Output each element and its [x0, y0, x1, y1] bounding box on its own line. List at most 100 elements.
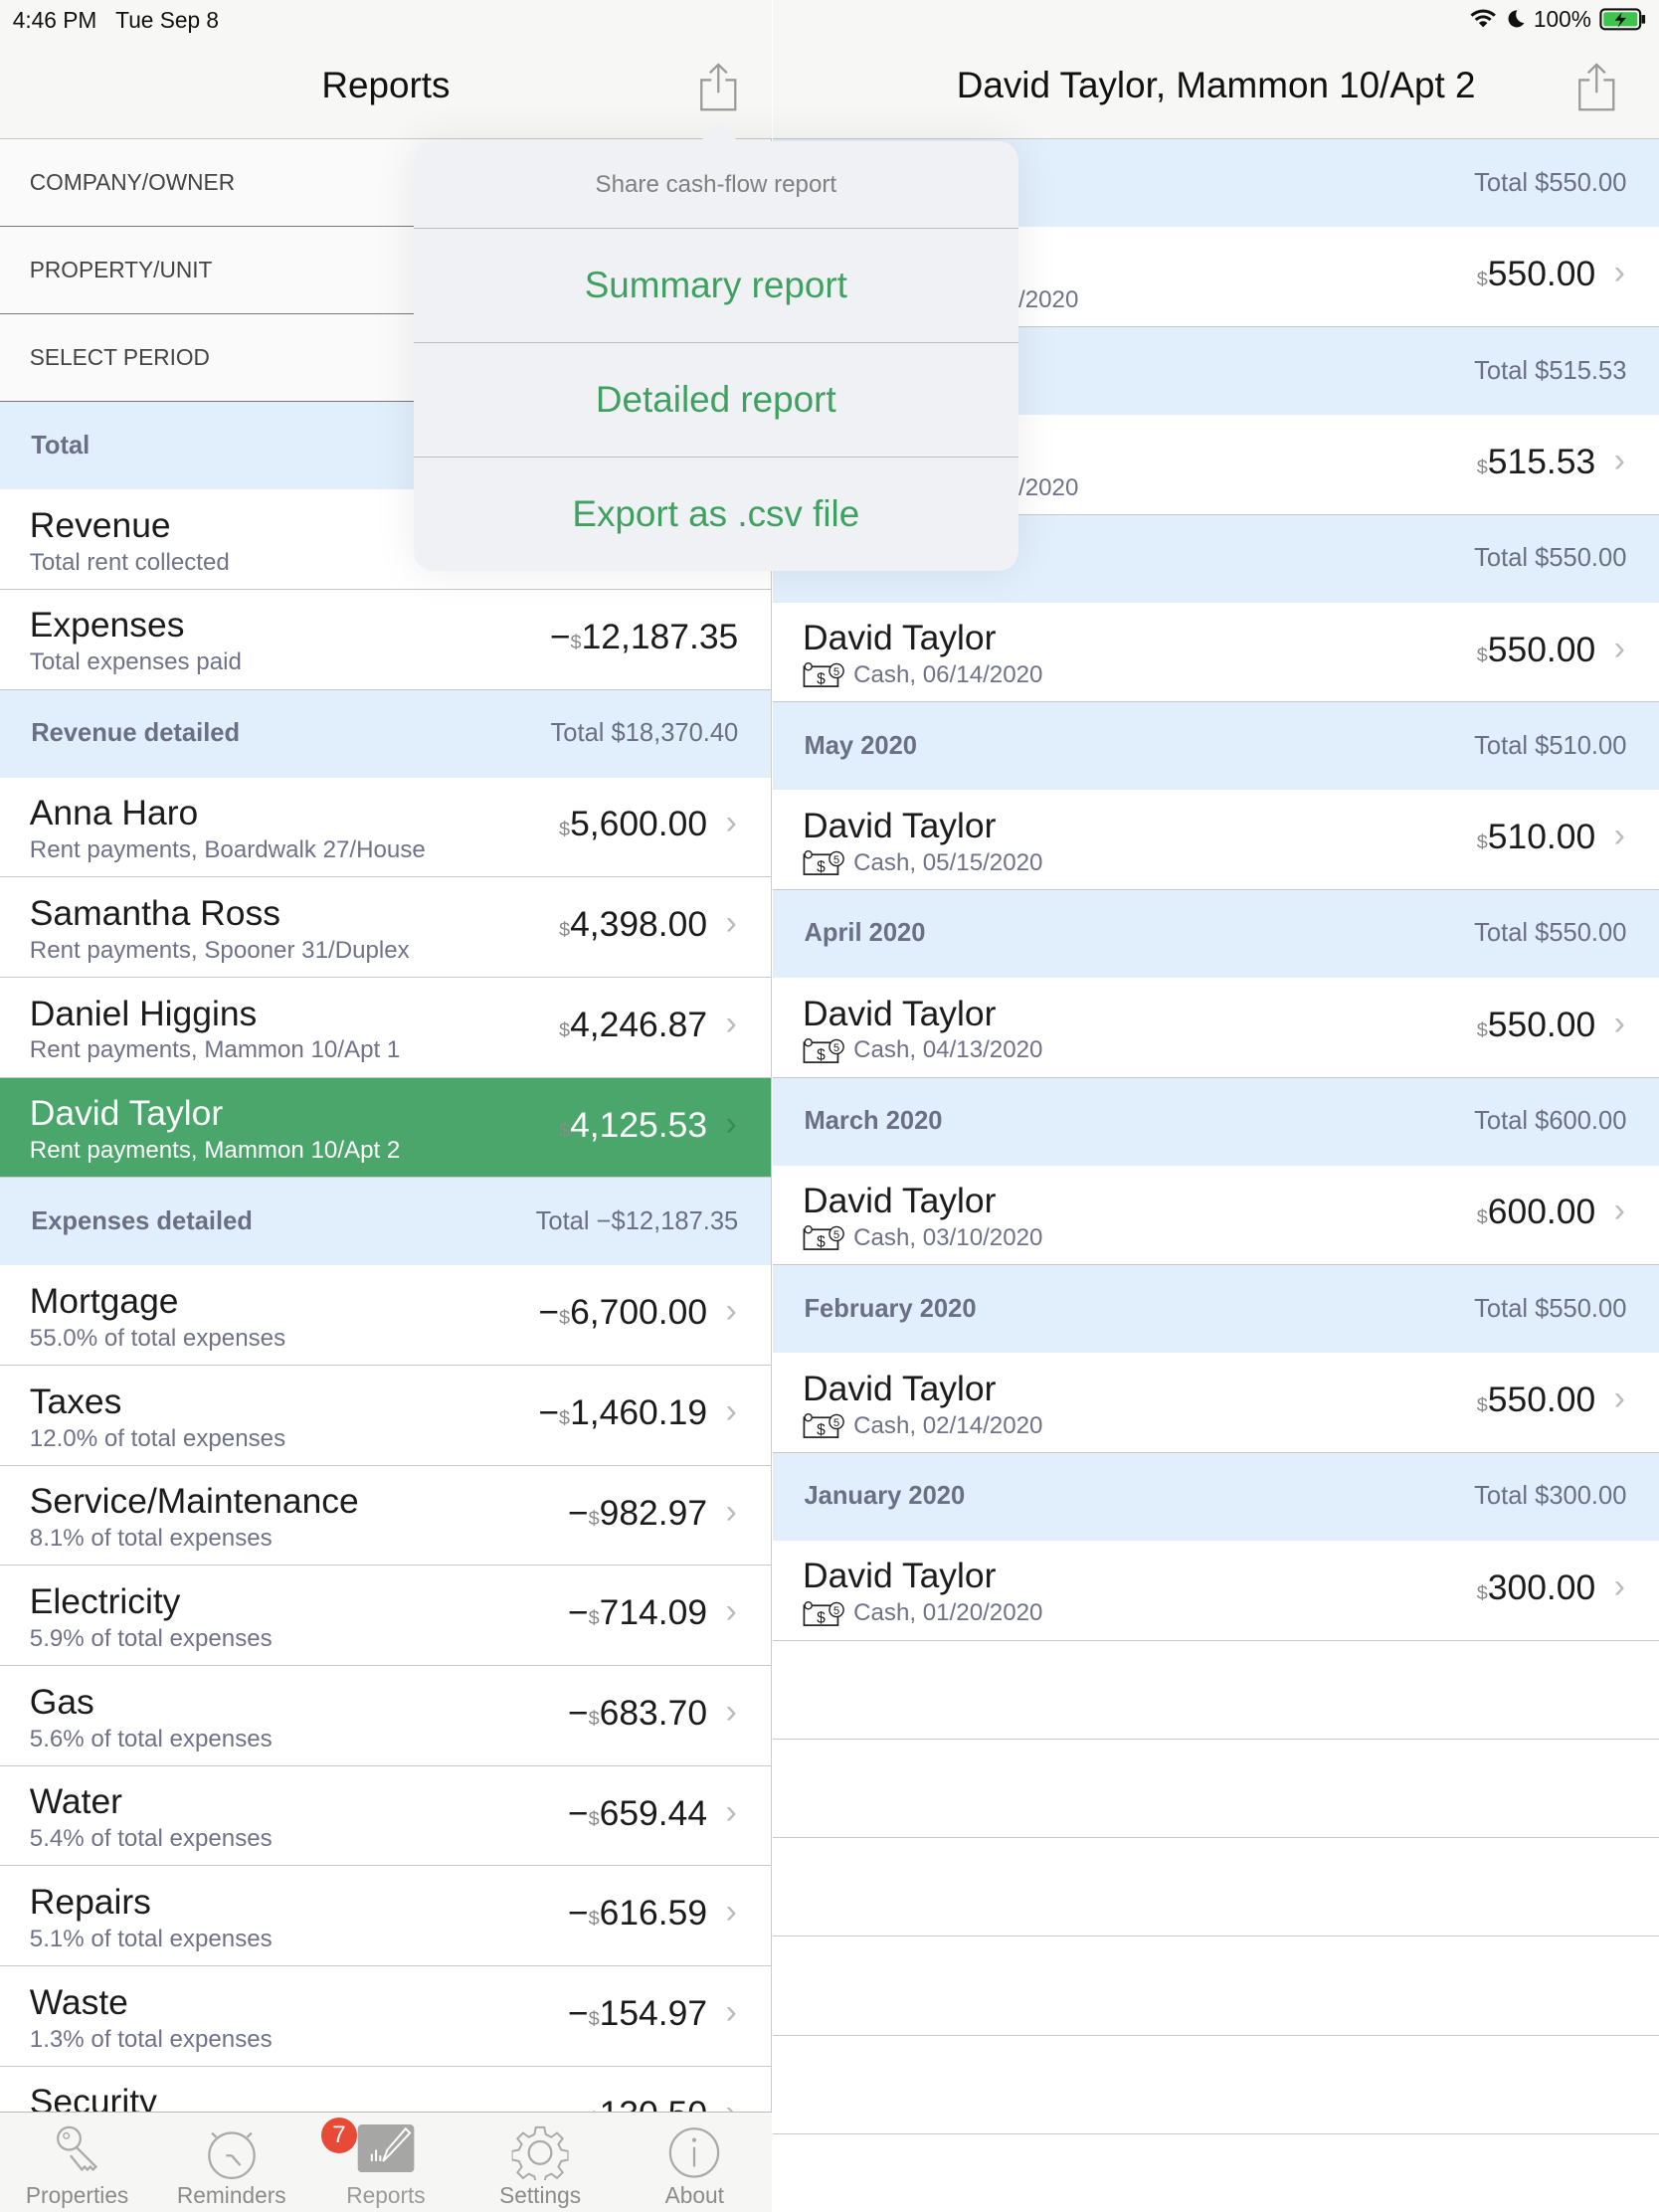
tab-label: Properties: [25, 2182, 129, 2209]
chevron-right-icon: ›: [725, 1004, 737, 1042]
currency-symbol: $: [1535, 1107, 1550, 1136]
payer-name: David Taylor: [803, 618, 997, 658]
total-value: 12,187.35: [625, 1206, 739, 1235]
month-total: Total $300.00: [1474, 1482, 1626, 1511]
amount: −$683.70: [568, 1693, 707, 1734]
total-value: 300.00: [1549, 1482, 1627, 1511]
currency-symbol: $: [1535, 1482, 1550, 1511]
payment-info: 5 $ Cash, 02/14/2020: [803, 1412, 1042, 1440]
row-subtitle: 1.3% of total expenses: [29, 2025, 273, 2053]
export-csv-option[interactable]: Export as .csv file: [414, 458, 1018, 572]
list-item[interactable]: Mortgage 55.0% of total expenses −$6,700.0…: [0, 1265, 771, 1366]
list-item[interactable]: Gas 5.6% of total expenses −$683.70 ›: [0, 1666, 771, 1766]
moon-icon: [1508, 10, 1524, 28]
row-title: Taxes: [29, 1381, 122, 1421]
row-title: Service/Maintenance: [29, 1481, 359, 1522]
empty-row: [773, 2035, 1659, 2134]
section-total: Total $18,370.40: [551, 719, 739, 748]
cash-icon: 5 $: [803, 1225, 845, 1251]
list-item[interactable]: Taxes 12.0% of total expenses −$1,460.19 ›: [0, 1365, 771, 1466]
payment-row[interactable]: David Taylor 5 $ Cash, 04/13/2020 $550.00 ›: [773, 977, 1659, 1078]
payment-row[interactable]: David Taylor 5 $ Cash, 01/20/2020 $300.00 ›: [773, 1540, 1659, 1641]
amount-sign: −: [567, 1792, 589, 1833]
row-title: Repairs: [29, 1882, 151, 1923]
payment-row[interactable]: David Taylor 5 $ Cash, 06/14/2020 $550.00 ›: [773, 602, 1659, 703]
amount-value: 616.59: [599, 1893, 708, 1934]
total-prefix: Total: [1474, 1107, 1536, 1136]
month-header: March 2020 Total $600.00: [773, 1077, 1659, 1166]
popover-title: Share cash-flow report: [413, 141, 1019, 229]
total-value: 18,370.40: [625, 719, 739, 748]
amount: $4,246.87: [559, 1005, 707, 1045]
app-root: 4:46 PM Tue Sep 8 100% Reports COMPANY/O…: [0, 0, 1659, 2212]
total-prefix: Total: [1474, 919, 1536, 948]
currency-symbol: $: [611, 1206, 626, 1235]
list-item[interactable]: Waste 1.3% of total expenses −$154.97 ›: [0, 1966, 771, 2067]
tab-settings[interactable]: Settings: [463, 2113, 618, 2212]
summary-report-option[interactable]: Summary report: [413, 229, 1019, 343]
svg-text:5: 5: [833, 1604, 839, 1616]
currency-symbol: $: [1476, 644, 1488, 666]
tab-reports[interactable]: Reports: [308, 2113, 462, 2212]
month-total: Total $550.00: [1474, 1295, 1626, 1324]
amount-value: 659.44: [599, 1792, 708, 1833]
payment-row[interactable]: David Taylor 5 $ Cash, 02/14/2020 $550.00 ›: [773, 1353, 1659, 1453]
row-title: David Taylor: [29, 1093, 224, 1134]
payment-row[interactable]: David Taylor 5 $ Cash, 03/10/2020 $600.00 ›: [773, 1165, 1659, 1266]
payment-info: /2020: [1018, 286, 1078, 314]
section-header: Expenses detailed Total −$12,187.35: [0, 1178, 771, 1266]
tab-reminders[interactable]: 7 Reminders: [154, 2113, 358, 2212]
chevron-right-icon: ›: [725, 804, 737, 842]
currency-symbol: $: [588, 1708, 600, 1730]
row-subtitle: 5.4% of total expenses: [29, 1825, 273, 1853]
list-item[interactable]: Anna Haro Rent payments, Boardwalk 27/Hou…: [0, 777, 771, 878]
payment-row[interactable]: David Taylor 5 $ Cash, 05/15/2020 $510.00 ›: [773, 790, 1659, 890]
amount: −$714.09: [568, 1592, 707, 1633]
currency-symbol: $: [559, 1307, 571, 1330]
list-item[interactable]: Repairs 5.1% of total expenses −$616.59 ›: [0, 1866, 771, 1967]
row-subtitle: Rent payments, Mammon 10/Apt 2: [29, 1137, 401, 1165]
payment-method-date: /2020: [1018, 285, 1079, 313]
cash-icon: 5 $: [803, 662, 845, 688]
currency-symbol: $: [1535, 919, 1550, 948]
detailed-report-option[interactable]: Detailed report: [413, 343, 1019, 458]
list-item[interactable]: Electricity 5.9% of total expenses −$714.0…: [0, 1566, 771, 1667]
month-label: February 2020: [804, 1294, 977, 1323]
total-value: 515.53: [1549, 356, 1627, 385]
currency-symbol: $: [1476, 269, 1488, 291]
popover-arrow: [699, 121, 738, 142]
chevron-right-icon: ›: [1613, 254, 1625, 292]
month-header: February 2020 Total $550.00: [773, 1265, 1659, 1354]
row-subtitle: Rent payments, Spooner 31/Duplex: [29, 936, 410, 964]
currency-symbol: $: [559, 819, 571, 841]
payment-method-date: Cash, 04/13/2020: [853, 1036, 1043, 1064]
month-label: May 2020: [804, 731, 917, 760]
amount: $4,398.00: [559, 904, 707, 945]
list-item[interactable]: Service/Maintenance 8.1% of total expense…: [0, 1465, 771, 1567]
payment-amount: $600.00: [1477, 1192, 1595, 1232]
list-item[interactable]: David Taylor Rent payments, Mammon 10/Apt…: [0, 1077, 771, 1179]
amount-sign: −: [567, 1993, 589, 2034]
chevron-right-icon: ›: [725, 1693, 737, 1731]
list-item[interactable]: Water 5.4% of total expenses −$659.44 ›: [0, 1765, 771, 1867]
amount-value: 5,600.00: [570, 804, 708, 844]
list-item[interactable]: Daniel Higgins Rent payments, Mammon 10/A…: [0, 977, 771, 1078]
share-icon[interactable]: [1575, 62, 1618, 112]
section-label: Revenue detailed: [31, 719, 241, 748]
list-item[interactable]: Samantha Ross Rent payments, Spooner 31/D…: [0, 877, 771, 978]
row-title: Waste: [29, 1981, 128, 2022]
row-subtitle: 5.9% of total expenses: [29, 1624, 273, 1652]
month-total: Total $550.00: [1474, 919, 1626, 948]
payment-method-date: Cash, 03/10/2020: [853, 1224, 1043, 1252]
tab-about[interactable]: About: [618, 2113, 772, 2212]
share-icon[interactable]: [697, 62, 740, 112]
status-time: 4:46 PM: [12, 7, 97, 34]
tab-properties[interactable]: Properties: [0, 2113, 154, 2212]
amount: −$6,700.00: [538, 1292, 707, 1333]
svg-text:$: $: [817, 858, 826, 875]
page-title: Reports: [321, 65, 451, 106]
cash-icon: 5 $: [803, 1600, 845, 1627]
row-subtitle: 12.0% of total expenses: [29, 1424, 286, 1452]
amount-value: 300.00: [1487, 1567, 1596, 1607]
empty-row: [773, 1936, 1659, 2036]
